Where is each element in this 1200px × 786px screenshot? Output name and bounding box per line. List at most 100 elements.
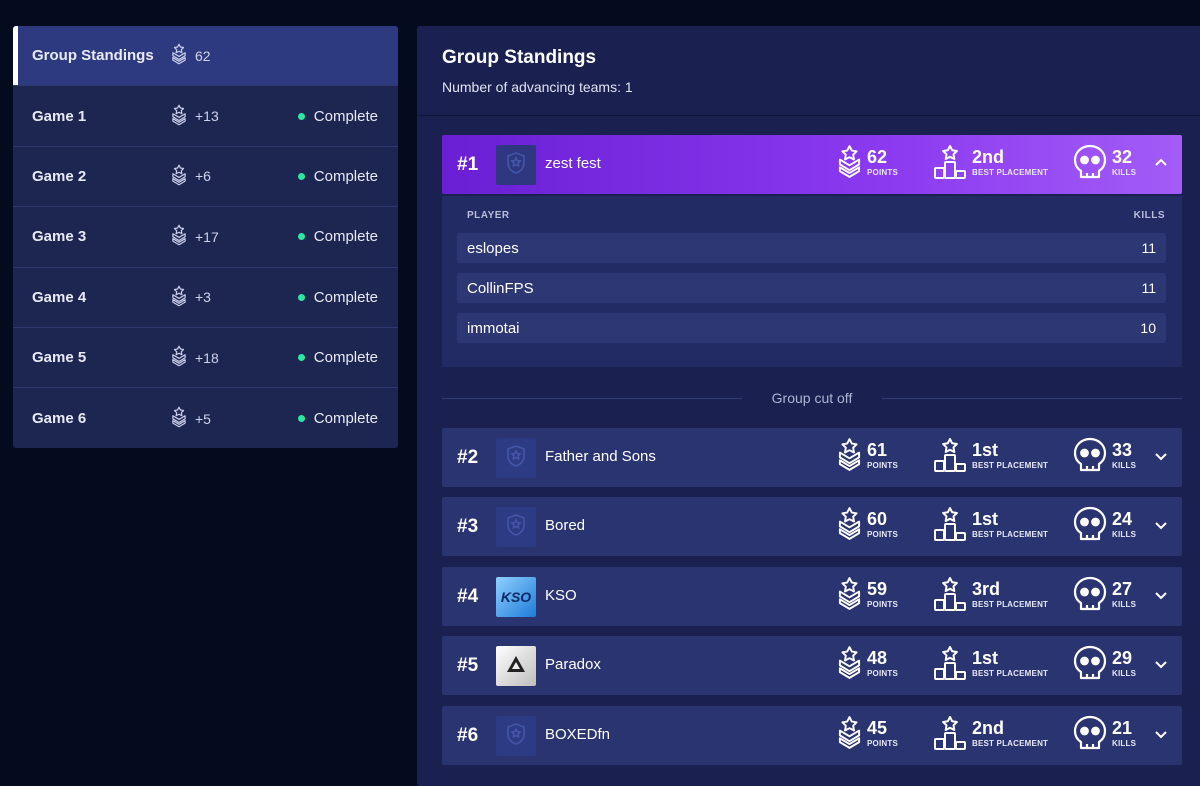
kills-value: 27 <box>1112 579 1133 599</box>
points-label: POINTS <box>867 599 898 609</box>
standings-panel: Group Standings Number of advancing team… <box>417 26 1200 786</box>
status-dot-icon <box>297 354 305 362</box>
triangle-logo-icon <box>505 654 527 679</box>
status-badge: Complete <box>297 349 378 366</box>
kills-label: KILLS <box>1112 530 1137 539</box>
sidebar-item-label: Game 3 <box>32 228 87 246</box>
placement-stat: 3rd BEST PLACEMENT <box>933 576 1048 612</box>
status-dot-icon <box>297 293 305 301</box>
kills-label: KILLS <box>1112 669 1137 678</box>
points-label: POINTS <box>867 668 898 678</box>
points-value: 60 <box>867 508 888 529</box>
points-chevron-star-icon <box>171 104 187 129</box>
team-row[interactable]: #5 Paradox 48 POINTS 1st BEST PLACEMENT 29… <box>442 636 1182 695</box>
team-logo: KSO <box>496 577 536 617</box>
chevron-down-icon[interactable] <box>1154 518 1168 537</box>
kills-stat: 32 KILLS <box>1073 144 1136 180</box>
status-dot-icon <box>297 233 305 241</box>
player-kills: 11 <box>1141 280 1156 296</box>
points-stat: 60 POINTS <box>837 506 898 541</box>
sidebar-item-points: +13 <box>171 104 219 129</box>
team-row[interactable]: #2 Father and Sons 61 POINTS 1st BEST PLAC… <box>442 428 1182 487</box>
kills-label: KILLS <box>1112 600 1137 609</box>
points-stat: 59 POINTS <box>837 576 898 611</box>
sidebar-item-points: +6 <box>171 164 211 189</box>
team-row[interactable]: #6 BOXEDfn 45 POINTS 2nd BEST PLACEMENT 21… <box>442 706 1182 765</box>
sidebar-item-points: +5 <box>171 406 211 431</box>
status-dot-icon <box>297 112 305 120</box>
team-name: Father and Sons <box>545 448 656 465</box>
status-label: Complete <box>313 167 378 185</box>
placement-stat: 1st BEST PLACEMENT <box>933 437 1048 473</box>
sidebar-item-game-1[interactable]: Game 1 +13 Complete <box>13 86 398 147</box>
sidebar-item-game-4[interactable]: Game 4 +3 Complete <box>13 268 398 328</box>
kills-value: 29 <box>1112 648 1133 668</box>
sidebar-item-group-standings[interactable]: Group Standings 62 <box>13 26 398 87</box>
status-label: Complete <box>313 107 378 125</box>
chevron-down-icon[interactable] <box>1154 588 1168 607</box>
sidebar-points-value: +13 <box>195 108 219 125</box>
player-kills: 10 <box>1140 320 1156 336</box>
team-rank: #2 <box>457 447 479 468</box>
chevron-down-icon[interactable] <box>1154 449 1168 468</box>
games-sidebar: Group Standings 62 Game 1 +13 Complete G… <box>13 26 398 448</box>
sidebar-item-points: 62 <box>171 43 211 68</box>
shield-logo-icon <box>506 722 526 750</box>
sidebar-item-points: +17 <box>171 224 219 249</box>
placement-stat: 1st BEST PLACEMENT <box>933 645 1048 681</box>
player-kills: 11 <box>1141 240 1156 256</box>
shield-logo-icon <box>506 513 526 541</box>
team-row[interactable]: #1 zest fest 62 POINTS 2nd BEST PLACEMENT … <box>442 135 1182 194</box>
sidebar-item-game-5[interactable]: Game 5 +18 Complete <box>13 328 398 389</box>
points-value: 45 <box>867 717 888 738</box>
sidebar-points-value: +18 <box>195 349 219 366</box>
points-chevron-star-icon <box>837 576 862 611</box>
points-label: POINTS <box>867 167 898 177</box>
points-chevron-star-icon <box>171 43 187 68</box>
skull-icon <box>1073 715 1107 751</box>
team-name: Paradox <box>545 656 601 673</box>
placement-label: BEST PLACEMENT <box>972 461 1049 470</box>
team-name: BOXEDfn <box>545 726 611 743</box>
shield-logo-icon <box>506 444 526 472</box>
chevron-down-icon[interactable] <box>1154 727 1168 746</box>
points-value: 61 <box>867 439 888 460</box>
player-row: eslopes 11 <box>457 233 1166 263</box>
player-name: immotai <box>467 320 520 337</box>
sidebar-item-points: +18 <box>171 345 219 370</box>
kills-stat: 27 KILLS <box>1073 576 1136 612</box>
shield-logo-icon <box>506 151 526 179</box>
sidebar-item-label: Group Standings <box>32 47 154 65</box>
sidebar-item-game-3[interactable]: Game 3 +17 Complete <box>13 207 398 268</box>
points-chevron-star-icon <box>171 224 187 249</box>
player-row: CollinFPS 11 <box>457 273 1166 303</box>
team-logo <box>496 507 536 547</box>
team-row[interactable]: #3 Bored 60 POINTS 1st BEST PLACEMENT 24 KI… <box>442 497 1182 556</box>
sidebar-points-value: 62 <box>195 47 211 64</box>
podium-star-icon <box>933 576 967 612</box>
placement-label: BEST PLACEMENT <box>972 168 1049 177</box>
status-badge: Complete <box>297 107 378 125</box>
chevron-up-icon[interactable] <box>1154 156 1168 175</box>
points-chevron-star-icon <box>837 645 862 680</box>
player-row: immotai 10 <box>457 313 1166 343</box>
team-row[interactable]: #4 KSO KSO 59 POINTS 3rd BEST PLACEMENT 27… <box>442 567 1182 626</box>
points-stat: 48 POINTS <box>837 645 898 680</box>
player-column-header: PLAYER <box>467 210 510 221</box>
sidebar-item-game-2[interactable]: Game 2 +6 Complete <box>13 147 398 208</box>
placement-label: BEST PLACEMENT <box>972 530 1049 539</box>
divider <box>417 115 1200 116</box>
sidebar-item-game-6[interactable]: Game 6 +5 Complete <box>13 388 398 448</box>
placement-value: 2nd <box>972 147 1005 167</box>
placement-stat: 2nd BEST PLACEMENT <box>933 715 1048 751</box>
status-badge: Complete <box>297 228 378 245</box>
kills-column-header: KILLS <box>1133 210 1165 221</box>
points-stat: 61 POINTS <box>837 437 898 472</box>
points-value: 48 <box>867 647 888 668</box>
sidebar-points-value: +6 <box>195 168 211 185</box>
kills-stat: 29 KILLS <box>1073 645 1136 681</box>
player-name: eslopes <box>467 240 519 257</box>
points-chevron-star-icon <box>837 144 862 179</box>
chevron-down-icon[interactable] <box>1154 657 1168 676</box>
points-label: POINTS <box>867 529 898 539</box>
